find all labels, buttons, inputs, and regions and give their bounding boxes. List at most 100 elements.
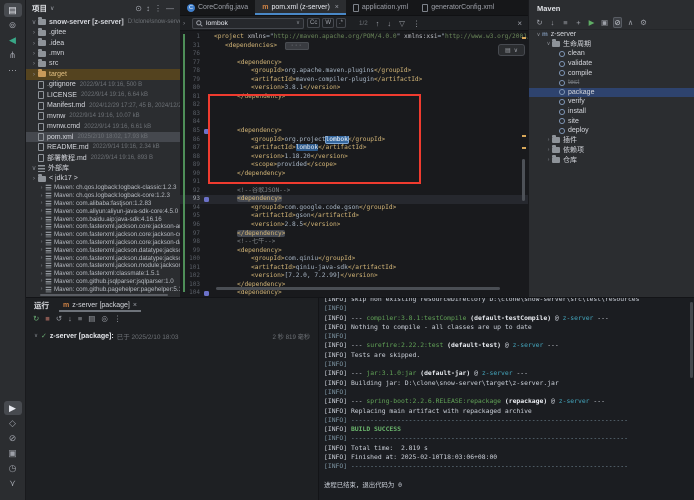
more-options-icon[interactable]: ⋮ (413, 19, 421, 28)
pin-icon[interactable]: ◎ (101, 314, 108, 323)
project-icon[interactable]: ▤ (4, 3, 22, 17)
more-tools-icon[interactable]: ⋯ (4, 63, 22, 77)
add-config-icon[interactable]: + (574, 18, 583, 27)
run-tab[interactable]: m z-server [package] × (59, 298, 141, 312)
code-line[interactable]: 101<artifactId>qiniu-java-sdk</artifactI… (180, 264, 528, 273)
pull-changes-icon[interactable]: ◀ (4, 33, 22, 47)
code-line[interactable]: 97</dependency> (180, 230, 528, 239)
close-icon[interactable]: × (335, 4, 339, 11)
code-line[interactable]: 78<groupId>org.apache.maven.plugins</gro… (180, 67, 528, 76)
code-line[interactable]: 89<scope>provided</scope> (180, 161, 528, 170)
editor-inspection-widget[interactable]: ▤ ∨ (498, 44, 525, 56)
editor-tab[interactable]: generatorConfig.xml (415, 0, 501, 15)
library-row[interactable]: ›Maven: com.baidu.aip:java-sdk:4.16.16 (26, 215, 180, 223)
code-line[interactable]: 81</dependency> (180, 93, 528, 102)
history-icon[interactable]: ◷ (4, 461, 22, 475)
more-icon[interactable]: ⋮ (114, 314, 122, 323)
code-line[interactable]: 87<artifactId>lombok</artifactId> (180, 144, 528, 153)
stop-icon[interactable]: ■ (45, 314, 50, 323)
library-row[interactable]: ›Maven: com.fasterxml.jackson.datatype:j… (26, 246, 180, 254)
maven-goal-validate[interactable]: validate (529, 59, 694, 69)
tree-folder-row[interactable]: ›.mvn (26, 48, 180, 58)
tree-file-row[interactable]: README.md2022/9/14 19:16, 2.34 kB (26, 142, 180, 152)
code-line[interactable]: 76 (180, 50, 528, 59)
next-match-icon[interactable]: ↓ (387, 19, 391, 28)
maven-goal-verify[interactable]: verify (529, 97, 694, 107)
library-row[interactable]: ›Maven: com.github.jsqlparser:jsqlparser… (26, 278, 180, 286)
editor-hscrollbar[interactable] (216, 287, 500, 290)
scroll-to-end-icon[interactable]: ↓ (68, 314, 72, 323)
code-line[interactable]: 104<dependency> (180, 289, 528, 296)
commit-icon[interactable]: ⊚ (4, 18, 22, 32)
editor-tab[interactable]: CCoreConfig.java (180, 0, 255, 15)
code-line[interactable]: 84 (180, 118, 528, 127)
code-line[interactable]: 83 (180, 110, 528, 119)
filter-icon[interactable]: ▽ (399, 19, 405, 28)
previous-match-icon[interactable]: ↑ (376, 19, 380, 28)
code-line[interactable]: 95<artifactId>gson</artifactId> (180, 212, 528, 221)
maven-goal-clean[interactable]: clean (529, 49, 694, 59)
terminal-vscrollbar[interactable] (690, 302, 693, 378)
find-toggle-[interactable]: .* (336, 18, 346, 28)
code-line[interactable]: 96<version>2.8.5</version> (180, 221, 528, 230)
settings-icon[interactable]: ⚙ (639, 18, 648, 27)
editor-vscrollbar[interactable] (522, 159, 525, 201)
code-line[interactable]: 80<version>3.8.1</version> (180, 84, 528, 93)
code-line[interactable]: 91 (180, 178, 528, 187)
library-row[interactable]: ›Maven: com.alibaba:fastjson:1.2.83 (26, 200, 180, 208)
rerun-icon[interactable]: ↻ (33, 314, 39, 323)
download-sources-icon[interactable]: ↓ (548, 18, 557, 27)
library-row[interactable]: ›Maven: com.fasterxml.jackson.core:jacks… (26, 231, 180, 239)
tree-folder-row[interactable]: ›src (26, 59, 180, 69)
collapse-all-icon[interactable]: ∧ (626, 18, 635, 27)
tree-file-row[interactable]: .gitignore2022/9/14 19:16, 500 B (26, 80, 180, 90)
library-row[interactable]: ›Maven: ch.qos.logback:logback-classic:1… (26, 184, 180, 192)
maven-node-row[interactable]: ›插件 (529, 136, 694, 146)
run-result-node[interactable]: ∨ ✓ z-server [package]: 已于 2025/2/10 18:… (26, 331, 318, 341)
code-line[interactable]: 79<artifactId>maven-compiler-plugin</art… (180, 76, 528, 85)
run-goal-icon[interactable]: ▶ (587, 18, 596, 27)
expand-collapse-icon[interactable]: ↕ (146, 4, 150, 13)
code-line[interactable]: 82 (180, 101, 528, 110)
code-line[interactable]: 88<version>1.18.20</version> (180, 153, 528, 162)
find-toggle-W[interactable]: W (322, 18, 334, 28)
skip-tests-icon[interactable]: ⊘ (613, 17, 622, 28)
refresh-icon[interactable]: ↻ (535, 18, 544, 27)
tree-folder-row[interactable]: ›.idea (26, 38, 180, 48)
locate-file-icon[interactable]: ⊙ (135, 4, 142, 13)
code-line[interactable]: 90</dependency> (180, 170, 528, 179)
maven-goal-test[interactable]: test (529, 78, 694, 88)
hide-panel-icon[interactable]: — (166, 4, 174, 13)
run-icon[interactable]: ▶ (4, 401, 22, 415)
tree-file-row[interactable]: mvnw2022/9/14 19:16, 10.07 kB (26, 111, 180, 121)
maven-lifecycle-row[interactable]: ∨生命周期 (529, 40, 694, 50)
maven-goal-install[interactable]: install (529, 107, 694, 117)
code-line[interactable]: 94<groupId>com.google.code.gson</groupId… (180, 204, 528, 213)
maven-root-row[interactable]: ∨mz-server (529, 30, 694, 40)
code-line[interactable]: 99<dependency> (180, 247, 528, 256)
maven-goal-package[interactable]: package (529, 88, 694, 98)
project-panel-title[interactable]: 项目 (32, 3, 47, 14)
code-line[interactable]: 77<dependency> (180, 59, 528, 68)
execute-goal-icon[interactable]: ▣ (600, 18, 609, 27)
search-input[interactable]: lombok ∨ (192, 18, 304, 29)
tree-folder-row[interactable]: ›target (26, 69, 180, 79)
maven-goal-deploy[interactable]: deploy (529, 126, 694, 136)
chevron-down-icon[interactable]: ∨ (34, 333, 38, 339)
tree-file-row[interactable]: mvnw.cmd2022/9/14 19:16, 6.61 kB (26, 121, 180, 131)
close-find-icon[interactable]: × (517, 19, 522, 28)
editor-tab[interactable]: mpom.xml (z-server)× (255, 0, 346, 15)
code-line[interactable]: 1<project xmlns="http://maven.apache.org… (180, 33, 528, 42)
code-line[interactable]: 85<dependency> (180, 127, 528, 136)
close-icon[interactable]: × (133, 302, 137, 309)
services-icon[interactable]: ◇ (4, 416, 22, 430)
tree-file-row[interactable]: Manifest.md2024/12/29 17:27, 45 B, 2024/… (26, 101, 180, 111)
search-history-icon[interactable]: ∨ (296, 20, 300, 26)
soft-wrap-icon[interactable]: ≡ (78, 314, 82, 323)
code-line[interactable]: 92<!--谷歌JSON--> (180, 187, 528, 196)
tree-root-row[interactable]: ∨snow-server [z-server]D:\clone\snow-ser… (26, 17, 180, 27)
project-hscrollbar[interactable] (40, 294, 168, 296)
library-row[interactable]: ›Maven: ch.qos.logback:logback-core:1.2.… (26, 192, 180, 200)
code-line[interactable]: 93<dependency> (180, 195, 528, 204)
library-row[interactable]: ›Maven: com.github.pagehelper:pagehelper… (26, 285, 180, 293)
